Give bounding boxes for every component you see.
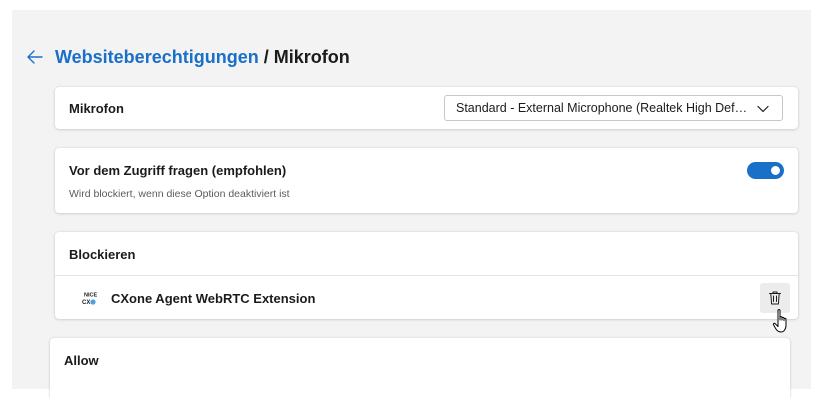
chevron-down-icon <box>756 102 770 116</box>
blocked-site-row: NICE CX CXone Agent WebRTC Extension <box>55 276 798 319</box>
microphone-device-card: Mikrofon Standard - External Microphone … <box>55 87 798 129</box>
microphone-device-value: Standard - External Microphone (Realtek … <box>456 101 748 115</box>
microphone-device-select[interactable]: Standard - External Microphone (Realtek … <box>444 95 783 121</box>
svg-text:NICE: NICE <box>84 293 97 299</box>
delete-site-button[interactable] <box>760 283 790 313</box>
ask-before-access-label: Vor dem Zugriff fragen (empfohlen) <box>69 163 287 178</box>
page-title: Websiteberechtigungen / Mikrofon <box>55 47 350 68</box>
ask-before-access-description: Wird blockiert, wenn diese Option deakti… <box>69 188 290 200</box>
ask-before-access-card: Vor dem Zugriff fragen (empfohlen) Wird … <box>55 148 798 213</box>
page-header: Websiteberechtigungen / Mikrofon <box>26 44 350 70</box>
nice-cxone-icon: NICE CX <box>81 290 97 306</box>
ask-before-access-toggle[interactable] <box>747 162 784 179</box>
allow-list-header: Allow <box>64 353 99 368</box>
allow-list-card: Allow <box>50 338 790 398</box>
toggle-knob <box>771 166 780 175</box>
microphone-label: Mikrofon <box>69 101 124 116</box>
trash-icon <box>767 290 783 306</box>
block-list-header: Blockieren <box>69 247 136 262</box>
breadcrumb-link-site-permissions[interactable]: Websiteberechtigungen <box>55 47 259 67</box>
svg-text:CX: CX <box>82 300 90 306</box>
blocked-site-name: CXone Agent WebRTC Extension <box>111 291 316 306</box>
breadcrumb-current: Mikrofon <box>273 46 350 67</box>
breadcrumb-separator: / <box>258 46 274 67</box>
block-list-card: Blockieren NICE CX CXone Agent WebRTC Ex… <box>55 232 798 319</box>
back-arrow-icon[interactable] <box>26 48 44 66</box>
